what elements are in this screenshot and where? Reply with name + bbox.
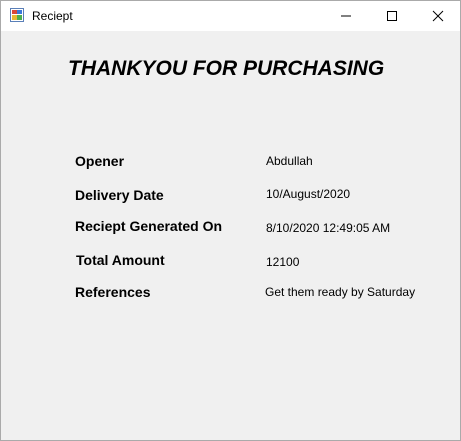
- maximize-icon: [387, 11, 397, 21]
- close-icon: [432, 10, 444, 22]
- total-amount-label: Total Amount: [76, 252, 165, 268]
- references-label: References: [75, 284, 151, 300]
- receipt-form: THANKYOU FOR PURCHASING Opener Abdullah …: [1, 31, 460, 440]
- window-title: Reciept: [32, 9, 73, 23]
- close-button[interactable]: [415, 1, 461, 31]
- minimize-button[interactable]: [323, 1, 369, 31]
- thank-you-heading: THANKYOU FOR PURCHASING: [68, 57, 385, 80]
- references-value: Get them ready by Saturday: [265, 285, 416, 299]
- generated-on-label: Reciept Generated On: [75, 218, 223, 234]
- receipt-window: Reciept THANKYOU FOR PURCHASING Opener A…: [0, 0, 461, 441]
- minimize-icon: [341, 15, 351, 17]
- app-icon[interactable]: [10, 8, 24, 22]
- maximize-button[interactable]: [369, 1, 415, 31]
- delivery-date-label: Delivery Date: [75, 187, 164, 203]
- generated-on-value: 8/10/2020 12:49:05 AM: [266, 221, 391, 235]
- total-amount-value: 12100: [266, 255, 300, 269]
- title-bar[interactable]: Reciept: [1, 1, 460, 31]
- delivery-date-value: 10/August/2020: [266, 187, 351, 201]
- opener-value: Abdullah: [266, 154, 313, 168]
- opener-label: Opener: [75, 153, 125, 169]
